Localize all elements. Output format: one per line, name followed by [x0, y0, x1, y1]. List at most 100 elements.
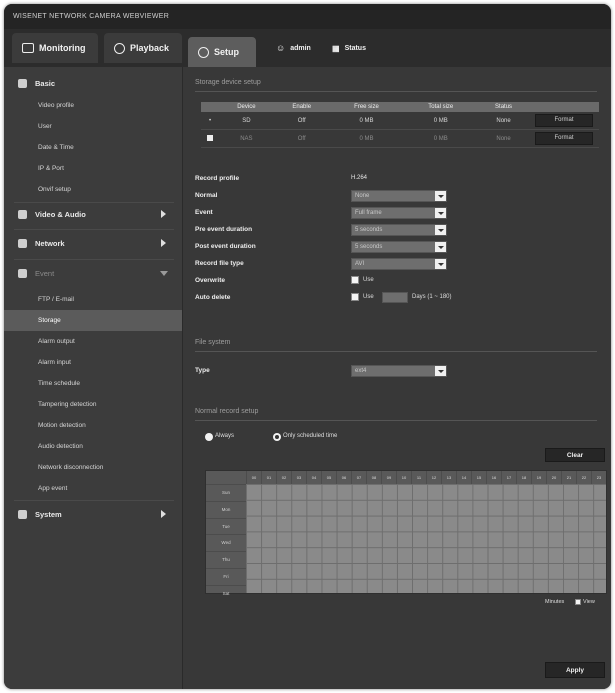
sidebar-section-system[interactable]: System [4, 502, 182, 526]
hour-label: 15 [471, 471, 486, 484]
hour-label: 04 [306, 471, 321, 484]
sidebar-section-event[interactable]: Event [4, 261, 182, 285]
sidebar-item-network-disconnection[interactable]: Network disconnection [4, 457, 182, 478]
sidebar-section-video-audio[interactable]: Video & Audio [4, 202, 182, 226]
sidebar-item-storage[interactable]: Storage [4, 310, 182, 331]
row-checkbox[interactable] [201, 129, 219, 148]
hour-label: 10 [396, 471, 411, 484]
tab-setup[interactable]: Setup [188, 37, 256, 67]
record-file-type-value: AVI [355, 261, 365, 267]
playback-icon [114, 42, 125, 54]
status-link[interactable]: ▦ Status [322, 33, 382, 63]
always-radio[interactable] [205, 433, 213, 441]
chevron-down-icon [160, 271, 168, 276]
window-title: WISENET NETWORK CAMERA WEBVIEWER [4, 4, 611, 29]
table-header-cell [201, 102, 219, 112]
tab-monitoring[interactable]: Monitoring [12, 33, 98, 63]
status-cell: None [478, 129, 529, 148]
event-icon [18, 268, 27, 278]
tab-monitoring-label: Monitoring [39, 43, 86, 53]
format-button[interactable]: Format [535, 114, 593, 127]
hour-label: 02 [276, 471, 291, 484]
user-icon: ☺ [276, 43, 286, 53]
basic-icon [18, 78, 27, 88]
hour-label: 13 [441, 471, 456, 484]
normal-record-section-title: Normal record setup [195, 408, 259, 415]
auto-delete-label: Auto delete [195, 294, 231, 301]
sidebar-section-network[interactable]: Network [4, 231, 182, 255]
hour-label: 05 [321, 471, 336, 484]
table-header-cell: Enable [273, 102, 330, 112]
table-header-cell: Total size [403, 102, 479, 112]
auto-delete-days-input[interactable] [382, 292, 408, 303]
admin-label: admin [290, 44, 311, 52]
row-radio[interactable]: • [201, 112, 219, 130]
day-label: Wed [206, 534, 246, 551]
sidebar-item-date-time[interactable]: Date & Time [4, 137, 182, 158]
sidebar-item-video-profile[interactable]: Video profile [4, 95, 182, 116]
auto-delete-row: Auto delete Use Days (1 ~ 180) [195, 290, 611, 307]
dropdown-arrow-icon [435, 191, 446, 201]
sidebar-item-alarm-output[interactable]: Alarm output [4, 331, 182, 352]
sidebar-item-onvif-setup[interactable]: Onvif setup [4, 179, 182, 200]
sidebar-section-label: Event [35, 268, 55, 278]
storage-device-table: Device Enable Free size Total size Statu… [201, 102, 599, 148]
apply-button[interactable]: Apply [545, 662, 605, 678]
divider [195, 420, 597, 421]
sidebar-item-ip-port[interactable]: IP & Port [4, 158, 182, 179]
day-label: Mon [206, 500, 246, 518]
system-icon [18, 509, 27, 519]
minutes-label: Minutes [545, 599, 565, 605]
view-label: View [583, 599, 595, 605]
sidebar-item-alarm-input[interactable]: Alarm input [4, 352, 182, 373]
device-cell: NAS [219, 129, 274, 148]
hour-label: 03 [291, 471, 306, 484]
file-system-section-title: File system [195, 339, 231, 346]
normal-select[interactable]: None [351, 190, 447, 202]
record-file-type-label: Record file type [195, 260, 244, 267]
sidebar-section-label: Basic [35, 78, 56, 88]
hour-label: 17 [501, 471, 516, 484]
clear-button[interactable]: Clear [545, 448, 605, 462]
sidebar-item-app-event[interactable]: App event [4, 478, 182, 499]
total-size-cell: 0 MB [403, 129, 479, 148]
free-size-cell: 0 MB [329, 129, 404, 148]
dropdown-arrow-icon [435, 366, 446, 376]
status-label: Status [344, 44, 366, 52]
normal-row: Normal None [195, 188, 611, 205]
admin-link[interactable]: ☺ admin [266, 33, 326, 63]
format-button[interactable]: Format [535, 132, 593, 145]
enable-cell[interactable]: Off [273, 129, 330, 148]
file-system-type-select[interactable]: ext4 [351, 365, 447, 377]
sidebar-item-ftp-email[interactable]: FTP / E-mail [4, 289, 182, 310]
only-scheduled-radio[interactable] [273, 433, 281, 441]
auto-delete-days-label: Days (1 ~ 180) [412, 294, 452, 300]
event-select[interactable]: Full frame [351, 207, 447, 219]
minutes-checkbox[interactable] [575, 599, 581, 605]
sidebar-item-tampering-detection[interactable]: Tampering detection [4, 394, 182, 415]
overwrite-label: Overwrite [195, 277, 225, 284]
post-event-select[interactable]: 5 seconds [351, 241, 447, 253]
hour-label: 00 [246, 471, 261, 484]
divider [14, 229, 174, 230]
schedule-cells[interactable] [246, 484, 606, 593]
auto-delete-checkbox[interactable] [351, 293, 359, 301]
day-column: Sun Mon Tue Wed Thu Fri Sat [206, 484, 246, 596]
schedule-grid[interactable]: 00 01 02 03 04 05 06 07 08 09 10 11 12 1… [205, 470, 607, 596]
enable-cell[interactable]: Off [273, 112, 330, 130]
divider [195, 351, 597, 352]
pre-event-label: Pre event duration [195, 226, 253, 233]
sidebar-section-basic[interactable]: Basic [4, 71, 182, 95]
sidebar-item-time-schedule[interactable]: Time schedule [4, 373, 182, 394]
sidebar-item-motion-detection[interactable]: Motion detection [4, 415, 182, 436]
pre-event-select[interactable]: 5 seconds [351, 224, 447, 236]
record-file-type-select[interactable]: AVI [351, 258, 447, 270]
overwrite-checkbox[interactable] [351, 276, 359, 284]
schedule-mode-group: Always Only scheduled time [205, 433, 405, 443]
status-cell: None [478, 112, 529, 130]
tab-playback[interactable]: Playback [104, 33, 182, 63]
sidebar-item-audio-detection[interactable]: Audio detection [4, 436, 182, 457]
format-cell: Format [529, 112, 599, 130]
sidebar-item-user[interactable]: User [4, 116, 182, 137]
day-label: Tue [206, 517, 246, 535]
